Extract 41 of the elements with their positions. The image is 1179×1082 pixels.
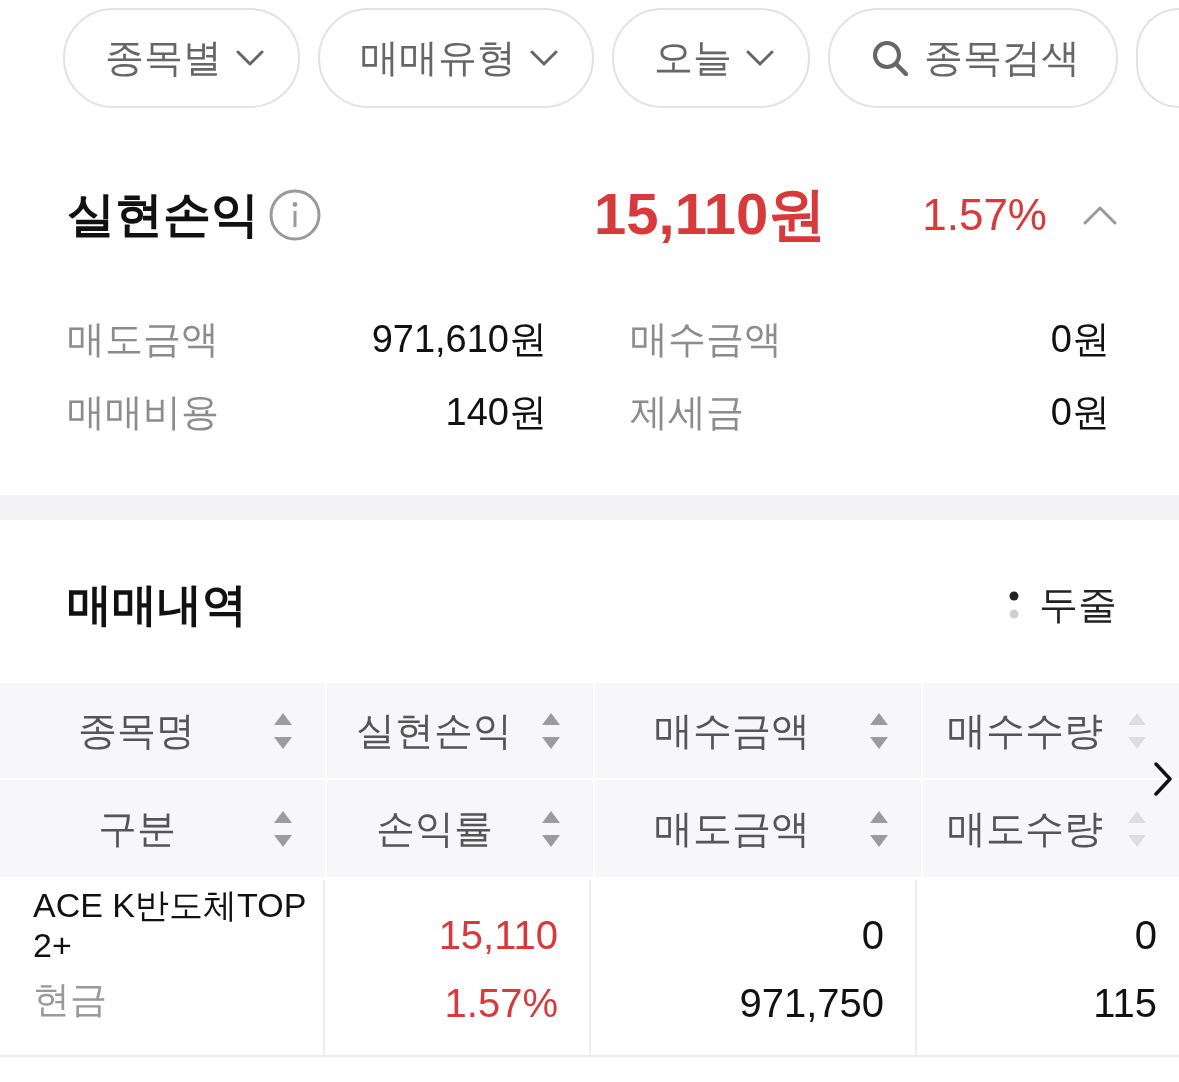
detail-value: 0원 bbox=[1050, 390, 1110, 435]
table-cell-text: 현금 bbox=[33, 978, 107, 1022]
profit-rate: 1.57% bbox=[922, 190, 1047, 240]
filter-dropdown[interactable]: 매매유형 bbox=[318, 8, 594, 108]
search-icon bbox=[872, 40, 908, 76]
chevron-up-icon[interactable] bbox=[1083, 204, 1117, 226]
detail-label: 매수금액 bbox=[630, 317, 782, 362]
detail-label: 매도금액 bbox=[67, 317, 219, 362]
table-cell-text: 0 bbox=[861, 912, 884, 959]
column-header[interactable]: 손익률 bbox=[327, 780, 593, 877]
view-toggle[interactable]: 두줄 bbox=[1009, 578, 1117, 632]
table-cell-text: 0 bbox=[1134, 912, 1157, 959]
detail-value: 0원 bbox=[1050, 317, 1110, 362]
table-cell-text: 1.57% bbox=[444, 980, 558, 1027]
info-icon[interactable] bbox=[269, 189, 321, 241]
detail-value: 140원 bbox=[445, 390, 547, 435]
table-cell-text: ACE K반도체TOP 2+ bbox=[33, 885, 307, 965]
filter-dropdown[interactable]: 종목별 bbox=[63, 8, 300, 108]
chevron-down-icon bbox=[236, 50, 264, 66]
search-button[interactable]: 종목검색 bbox=[828, 8, 1118, 108]
column-header[interactable]: 매수수량 bbox=[923, 683, 1179, 778]
column-header[interactable]: 매수금액 bbox=[595, 683, 921, 778]
detail-label: 제세금 bbox=[630, 390, 744, 435]
profit-amount: 15,110원 bbox=[594, 180, 827, 248]
column-header[interactable]: 매도금액 bbox=[595, 780, 921, 877]
chevron-right-icon[interactable] bbox=[1154, 762, 1172, 796]
table-cell-text: 15,110 bbox=[438, 912, 558, 959]
column-header[interactable]: 매도수량 bbox=[923, 780, 1179, 877]
column-header[interactable]: 구분 bbox=[0, 780, 325, 877]
table-cell-text: 115 bbox=[1093, 980, 1157, 1027]
section-title: 매매내역 bbox=[67, 578, 247, 632]
filter-dropdown[interactable]: 오늘 bbox=[612, 8, 810, 108]
chevron-down-icon bbox=[530, 50, 558, 66]
column-header[interactable]: 종목명 bbox=[0, 683, 325, 778]
section-title: 실현손익 bbox=[67, 187, 259, 243]
table-cell-text: 971,750 bbox=[739, 980, 884, 1027]
detail-label: 매매비용 bbox=[67, 390, 219, 435]
chevron-down-icon bbox=[746, 50, 774, 66]
two-dot-icon bbox=[1009, 591, 1019, 619]
detail-value: 971,610원 bbox=[371, 317, 547, 362]
column-header[interactable]: 실현손익 bbox=[327, 683, 593, 778]
